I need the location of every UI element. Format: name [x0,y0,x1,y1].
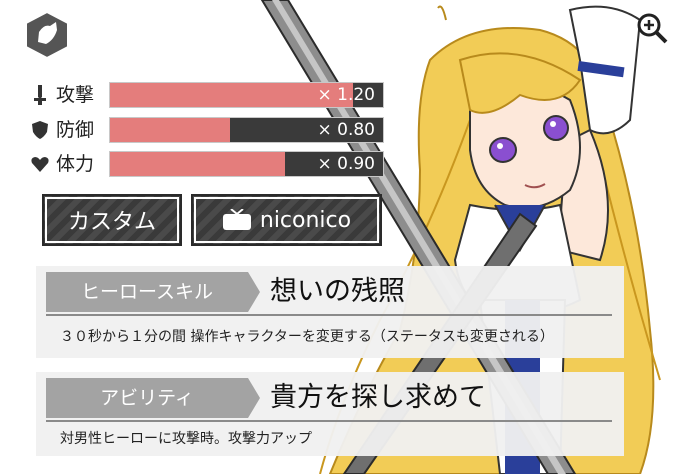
stat-row-defense: 防御 × 0.80 [30,117,390,143]
tag-arrow [248,378,260,418]
stat-bar: × 1.20 [109,82,384,108]
custom-button[interactable]: カスタム [42,194,182,246]
stat-bar-fill [110,152,285,176]
divider [46,420,612,422]
custom-button-label: カスタム [67,210,156,235]
hero-skill-description: ３０秒から１分の間 操作キャラクターを変更する（ステータスも変更される） [60,329,554,345]
stat-bar: × 0.80 [109,117,384,143]
stat-bar-fill [110,118,231,142]
ability-tag: アビリティ [46,378,248,418]
ability-name: 貴方を探し求めて [270,382,486,413]
menu-hexagon-button[interactable] [24,10,70,60]
stat-bar: × 0.90 [109,151,384,177]
stat-value: × 1.20 [317,85,376,105]
stat-label: 攻撃 [56,84,95,106]
ability-description: 対男性ヒーローに攻撃時。攻撃力アップ [60,431,312,447]
stat-value: × 0.90 [317,154,376,174]
stat-label: 体力 [56,153,95,175]
zoom-in-icon [637,13,668,44]
sword-icon [34,85,46,105]
stat-value: × 0.80 [317,120,376,140]
hero-skill-name: 想いの残照 [270,276,405,307]
divider [46,314,612,316]
hero-skill-panel: ヒーロースキル 想いの残照 ３０秒から１分の間 操作キャラクターを変更する（ステ… [36,266,624,358]
niconico-tv-icon [222,209,251,230]
heart-icon [31,157,49,172]
niconico-button-label: niconico [259,207,352,233]
hexagon-icon [25,10,69,60]
hero-skill-tag: ヒーロースキル [46,272,248,312]
stat-label: 防御 [56,119,95,141]
stat-row-attack: 攻撃 × 1.20 [30,82,390,108]
ability-panel: アビリティ 貴方を探し求めて 対男性ヒーローに攻撃時。攻撃力アップ [36,372,624,456]
shield-icon [32,121,48,139]
tag-arrow [248,272,260,312]
zoom-button[interactable] [636,12,670,46]
stat-row-hp: 体力 × 0.90 [30,151,390,177]
niconico-button[interactable]: niconico [191,194,382,246]
